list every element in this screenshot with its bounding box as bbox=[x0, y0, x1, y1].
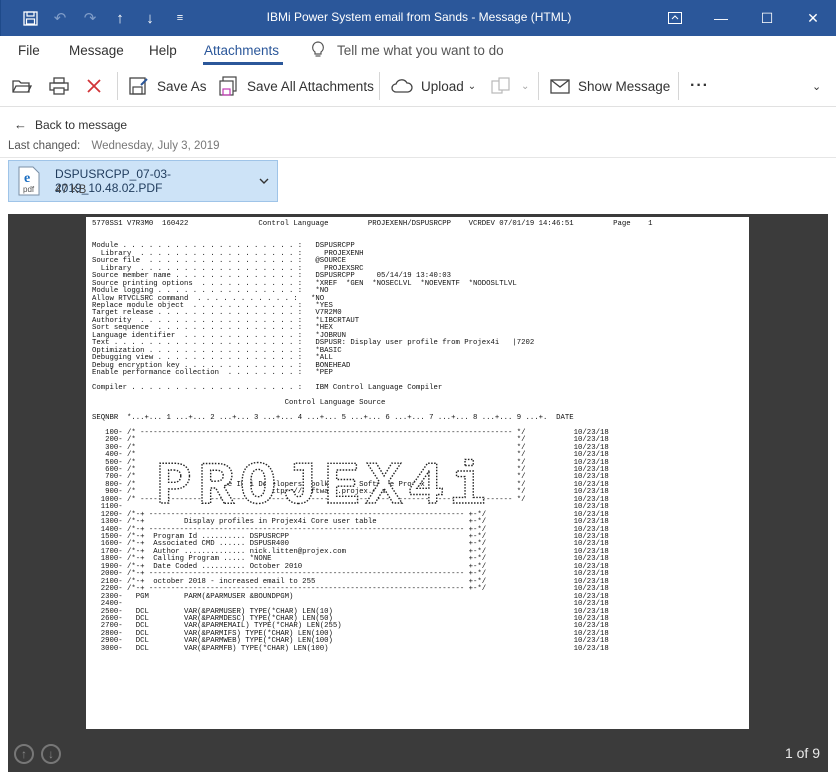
save-as-button[interactable]: Save As bbox=[129, 66, 207, 106]
page-up-button[interactable]: ↑ bbox=[14, 744, 34, 764]
ribbon-display-options-icon[interactable] bbox=[652, 0, 698, 36]
arrow-left-icon: ← bbox=[14, 117, 27, 132]
file-type-label: pdf bbox=[23, 185, 35, 194]
last-changed-label: Last changed: bbox=[8, 140, 81, 152]
svg-text:e: e bbox=[24, 171, 30, 186]
document-text: 5770SS1 V7R3M0 160422 Control Language P… bbox=[92, 220, 653, 653]
attachment-name: DSPUSRCPP_07-03-2019_10.48.02.PDF bbox=[55, 167, 172, 195]
upload-button[interactable]: Upload ⌄ bbox=[391, 66, 476, 106]
page-down-button[interactable]: ↓ bbox=[41, 744, 61, 764]
ribbon-divider bbox=[379, 72, 380, 100]
tab-help[interactable]: Help bbox=[149, 43, 177, 58]
back-to-message-link[interactable]: ← Back to message bbox=[14, 117, 127, 132]
active-tab-indicator bbox=[203, 62, 283, 65]
pdf-file-icon: e pdf bbox=[17, 166, 41, 196]
show-message-label: Show Message bbox=[578, 78, 671, 94]
attachment-size: 47 KB bbox=[55, 184, 87, 196]
banner-text: PROJEX4i bbox=[156, 454, 492, 511]
minimize-button-visible[interactable]: — bbox=[698, 0, 744, 36]
ribbon-divider bbox=[678, 72, 679, 100]
pdf-page: 5770SS1 V7R3M0 160422 Control Language P… bbox=[86, 217, 749, 729]
show-message-button[interactable]: Show Message bbox=[550, 66, 670, 106]
customize-qat-icon[interactable]: ≡ bbox=[165, 0, 195, 36]
tell-me-search[interactable]: Tell me what you want to do bbox=[337, 43, 504, 58]
collapse-ribbon-icon[interactable]: ⌄ bbox=[812, 66, 821, 106]
close-button[interactable]: ✕ bbox=[790, 0, 836, 36]
menu-bar: File Message Help Attachments Tell me wh… bbox=[0, 36, 836, 66]
last-changed: Last changed: Wednesday, July 3, 2019 bbox=[8, 140, 220, 152]
arrow-up-icon[interactable]: ↑ bbox=[105, 0, 135, 36]
save-all-attachments-button[interactable]: Save All Attachments bbox=[219, 66, 374, 106]
tab-file[interactable]: File bbox=[18, 43, 40, 58]
open-icon[interactable] bbox=[12, 66, 40, 106]
chevron-down-icon: ⌄ bbox=[521, 80, 530, 92]
tab-attachments[interactable]: Attachments bbox=[204, 43, 279, 58]
tab-message[interactable]: Message bbox=[69, 43, 124, 58]
chevron-down-icon[interactable] bbox=[259, 174, 269, 188]
attachment-card[interactable]: e pdf DSPUSRCPP_07-03-2019_10.48.02.PDF … bbox=[8, 160, 278, 202]
pdf-viewer[interactable]: 5770SS1 V7R3M0 160422 Control Language P… bbox=[8, 214, 828, 772]
maximize-button-visible[interactable]: ☐ bbox=[744, 0, 790, 36]
remove-attachment-icon[interactable] bbox=[86, 66, 110, 106]
back-label: Back to message bbox=[35, 117, 128, 132]
more-options-button[interactable]: ··· bbox=[690, 66, 709, 106]
lightbulb-icon bbox=[311, 41, 325, 62]
save-icon[interactable] bbox=[15, 0, 45, 36]
undo-icon[interactable]: ↶ bbox=[45, 0, 75, 36]
save-as-label: Save As bbox=[157, 78, 207, 94]
ribbon: Save As Save All Attachments Upload ⌄ ⌄ … bbox=[0, 66, 836, 107]
redo-icon[interactable]: ↷ bbox=[75, 0, 105, 36]
last-changed-value: Wednesday, July 3, 2019 bbox=[91, 140, 220, 152]
divider bbox=[0, 157, 836, 158]
copy-to-folder-icon[interactable]: ⌄ bbox=[491, 66, 529, 106]
arrow-down-icon[interactable]: ↓ bbox=[135, 0, 165, 36]
print-icon[interactable] bbox=[49, 66, 77, 106]
ribbon-divider bbox=[538, 72, 539, 100]
projex-banner-art: PROJEX4i bbox=[156, 453, 492, 511]
page-count: 1 of 9 bbox=[784, 745, 820, 761]
chevron-down-icon: ⌄ bbox=[467, 80, 477, 92]
save-all-label: Save All Attachments bbox=[247, 78, 374, 94]
ribbon-divider bbox=[117, 72, 118, 100]
upload-label: Upload bbox=[421, 78, 464, 94]
